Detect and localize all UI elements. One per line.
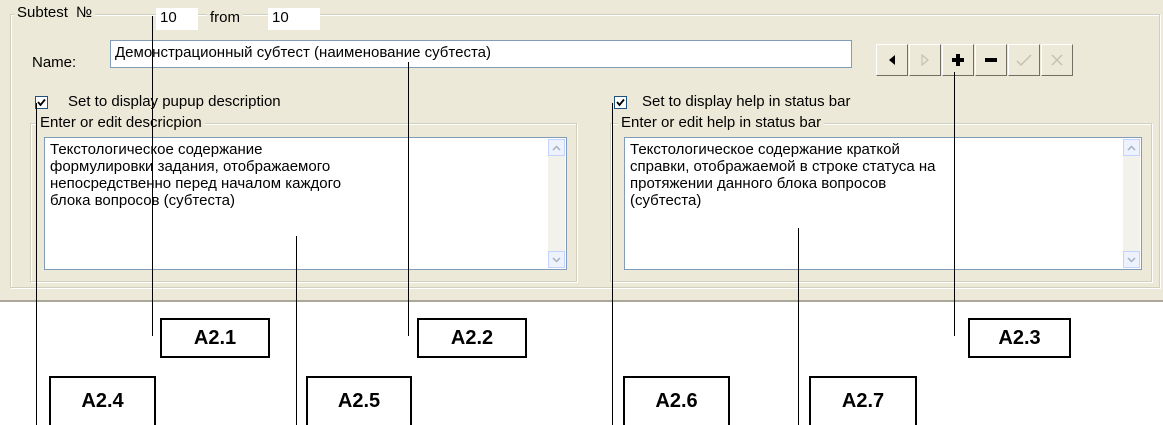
triangle-left-icon [889, 55, 895, 65]
minus-icon [985, 58, 997, 62]
chevron-down-icon [1127, 256, 1136, 263]
callout-a2-4: A2.4 [49, 376, 156, 425]
cancel-edit-button[interactable] [1041, 44, 1073, 76]
checkmark-icon [616, 98, 625, 107]
subtest-legend: Subtest № [14, 4, 96, 21]
prev-record-button[interactable] [876, 44, 908, 76]
popup-description-group-label: Enter or edit descricpion [37, 115, 205, 131]
from-label: from [207, 9, 243, 27]
callout-a2-2: A2.2 [417, 318, 527, 358]
delete-record-button[interactable] [975, 44, 1007, 76]
callout-line-a2-3 [954, 72, 955, 336]
callout-a2-3: A2.3 [968, 318, 1071, 358]
chevron-up-icon [1127, 144, 1136, 151]
statusbar-help-text: Текстологическое содержание краткой спра… [630, 141, 936, 209]
callout-line-a2-4 [36, 103, 37, 425]
number-sign-label: № [76, 4, 93, 21]
next-record-button[interactable] [909, 44, 941, 76]
popup-description-text: Текстологическое содержание формулировки… [50, 141, 342, 209]
callout-line-a2-2 [408, 62, 409, 336]
chevron-up-icon [552, 144, 561, 151]
statusbar-help-textarea[interactable]: Текстологическое содержание краткой спра… [624, 137, 1142, 270]
callout-a2-6: A2.6 [623, 376, 730, 425]
callout-a2-5: A2.5 [306, 376, 412, 425]
callout-a2-1: A2.1 [160, 318, 270, 358]
cross-icon [1051, 54, 1063, 66]
subtest-label: Subtest [17, 4, 68, 21]
chevron-down-icon [552, 256, 561, 263]
popup-description-checkbox-label: Set to display pupup description [68, 93, 281, 110]
statusbar-help-scrollbar[interactable] [1123, 139, 1140, 268]
scroll-down-button[interactable] [1123, 251, 1140, 268]
add-record-button[interactable] [942, 44, 974, 76]
checkmark-icon [37, 98, 46, 107]
panel-bottom-edge [0, 300, 1163, 302]
callout-a2-7: A2.7 [809, 376, 917, 425]
callout-line-a2-7 [798, 228, 799, 425]
name-input[interactable]: Демонстрационный субтест (наименование с… [110, 40, 852, 68]
name-label: Name: [32, 54, 77, 71]
callout-line-a2-5 [296, 236, 297, 425]
callout-line-a2-1 [152, 16, 153, 336]
subtest-total-field: 10 [268, 8, 320, 30]
statusbar-help-checkbox[interactable] [614, 96, 627, 109]
scroll-down-button[interactable] [548, 251, 565, 268]
triangle-right-icon [921, 54, 929, 66]
post-record-button[interactable] [1008, 44, 1040, 76]
popup-description-textarea[interactable]: Текстологическое содержание формулировки… [44, 137, 567, 270]
callout-line-a2-6 [612, 103, 613, 425]
checkmark-icon [1016, 54, 1032, 67]
popup-description-scrollbar[interactable] [548, 139, 565, 268]
plus-icon [952, 54, 964, 66]
subtest-number-field[interactable]: 10 [156, 8, 198, 30]
scroll-up-button[interactable] [1123, 139, 1140, 156]
statusbar-help-checkbox-label: Set to display help in status bar [642, 93, 851, 110]
statusbar-help-group-label: Enter or edit help in status bar [618, 115, 825, 131]
scroll-up-button[interactable] [548, 139, 565, 156]
